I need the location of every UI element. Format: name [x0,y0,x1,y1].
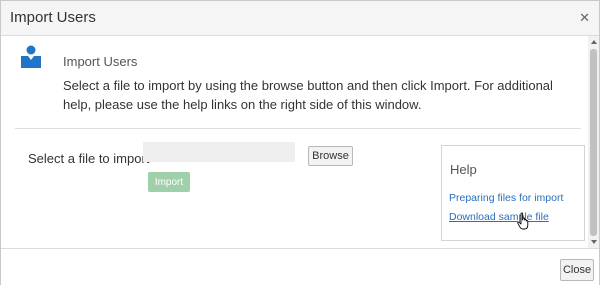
file-path-field[interactable] [143,142,295,162]
download-sample-file-link[interactable]: Download sample file [449,211,549,223]
help-panel: Help Preparing files for import Download… [441,145,585,241]
help-title: Help [450,162,477,177]
dialog-footer: Close [1,248,599,285]
user-icon [21,45,41,68]
section-title: Import Users [63,54,138,69]
browse-button[interactable]: Browse [308,146,353,166]
instructions-text: Select a file to import by using the bro… [63,78,553,112]
close-icon[interactable]: ✕ [579,11,590,24]
dialog-title: Import Users [10,9,96,26]
scroll-down-arrow-icon[interactable] [591,240,597,244]
vertical-scrollbar[interactable] [588,36,599,248]
divider [15,128,581,129]
hand-cursor-icon [517,212,529,230]
scrollbar-thumb[interactable] [590,49,597,236]
import-button[interactable]: Import [148,172,190,192]
close-button[interactable]: Close [560,259,594,281]
preparing-files-link[interactable]: Preparing files for import [449,192,563,204]
dialog-titlebar: Import Users ✕ [1,1,599,36]
import-users-dialog: Import Users ✕ Import Users Select a fil… [0,0,600,285]
scroll-up-arrow-icon[interactable] [591,40,597,44]
file-select-label: Select a file to import [28,151,150,166]
dialog-content: Import Users Select a file to import by … [1,36,587,248]
